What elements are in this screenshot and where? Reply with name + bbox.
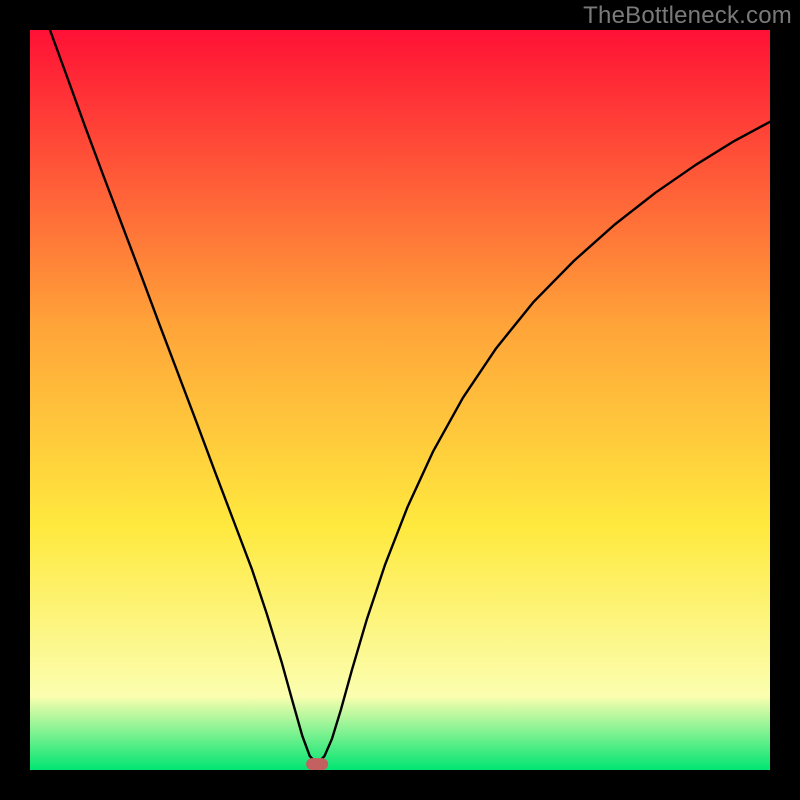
outer-frame: TheBottleneck.com [0,0,800,800]
gradient-background [30,30,770,770]
chart-plot-area [30,30,770,770]
watermark-text: TheBottleneck.com [583,2,792,30]
min-marker [306,758,328,770]
chart-svg [30,30,770,770]
